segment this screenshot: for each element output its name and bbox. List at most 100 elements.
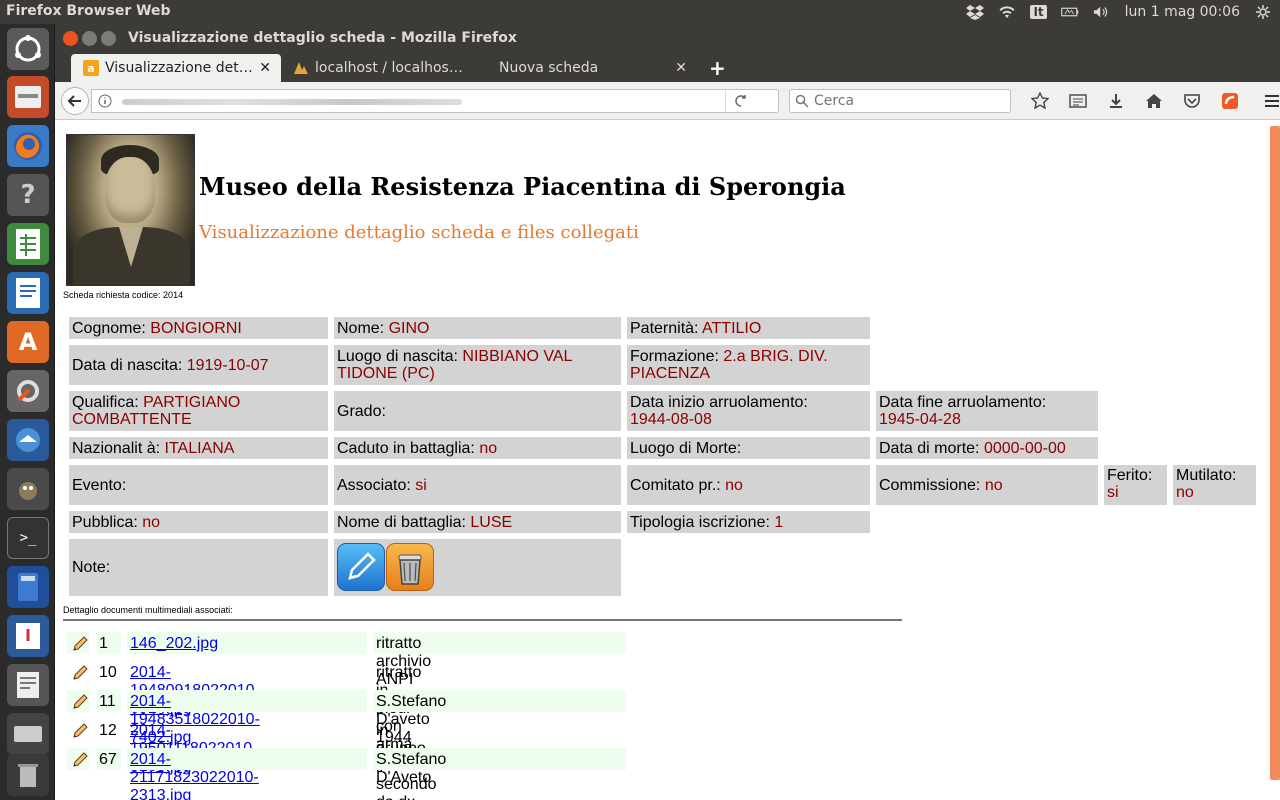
bookmark-star-icon[interactable] <box>1021 91 1059 111</box>
field-data-fine-arruolamento: Data fine arruolamento: 1945-04-28 <box>876 391 1098 431</box>
record-code-note: Scheda richiesta codice: 2014 <box>63 290 184 300</box>
field-mutilato: Mutilato: no <box>1173 465 1256 505</box>
document-description: S.Stefano D'Aveto <box>376 751 447 786</box>
document-number: 11 <box>99 693 116 710</box>
tab-phpmyadmin[interactable]: localhost / localhos… <box>281 54 481 82</box>
edit-pencil-icon[interactable] <box>71 664 89 682</box>
field-cognome: Cognome: BONGIORNI <box>69 317 328 339</box>
edit-record-button[interactable] <box>337 543 385 591</box>
battery-icon[interactable] <box>1060 3 1079 21</box>
portrait-photo <box>66 134 195 286</box>
writer-icon[interactable] <box>7 272 49 314</box>
window-maximize-button[interactable] <box>101 31 116 46</box>
tab-label: localhost / localhos… <box>315 60 463 76</box>
window-title: Visualizzazione dettaglio scheda - Mozil… <box>128 30 517 46</box>
tab-close-icon[interactable]: ✕ <box>259 60 271 76</box>
volume-icon[interactable] <box>1093 3 1111 21</box>
settings-gear-icon[interactable] <box>1254 3 1272 21</box>
phpmyadmin-favicon-icon <box>293 60 309 76</box>
window-titlebar: Visualizzazione dettaglio scheda - Mozil… <box>55 24 1280 54</box>
field-commissione: Commissione: no <box>876 465 1098 505</box>
thunderbird-icon[interactable] <box>7 419 49 461</box>
document-number: 12 <box>99 722 117 739</box>
downloads-icon[interactable] <box>1097 91 1135 111</box>
field-paternita: Paternità: ATTILIO <box>627 317 870 339</box>
url-bar[interactable] <box>91 89 779 113</box>
wifi-icon[interactable] <box>998 3 1016 21</box>
calculator-icon[interactable] <box>7 566 49 608</box>
home-icon[interactable] <box>1135 91 1173 111</box>
field-note: Note: <box>69 539 328 596</box>
field-caduto-battaglia: Caduto in battaglia: no <box>334 437 621 459</box>
field-grado: Grado: <box>334 391 621 431</box>
search-icon <box>795 94 809 108</box>
pocket-icon[interactable] <box>1173 91 1211 111</box>
reading-list-icon[interactable] <box>1059 91 1097 111</box>
text-editor-icon[interactable] <box>7 664 49 706</box>
field-nazionalita: Nazionalit à: ITALIANA <box>69 437 328 459</box>
reload-icon <box>735 95 746 107</box>
files-icon[interactable] <box>7 76 49 118</box>
search-bar[interactable] <box>789 89 1011 113</box>
trash-bin-icon <box>398 554 422 585</box>
tab-visualizzazione[interactable]: a Visualizzazione det… ✕ <box>71 54 281 82</box>
tab-close-icon[interactable]: ✕ <box>675 60 687 76</box>
tab-bar: a Visualizzazione det… ✕ localhost / loc… <box>55 54 1280 82</box>
field-associato: Associato: si <box>334 465 621 505</box>
system-settings-icon[interactable] <box>7 370 49 412</box>
firefox-icon[interactable] <box>7 125 49 167</box>
field-formazione: Formazione: 2.a BRIG. DIV. PIACENZA <box>627 345 870 385</box>
documents-section-label: Dettaglio documenti multimediali associa… <box>63 605 233 615</box>
unity-launcher: ? A >_ <box>0 24 55 800</box>
keyboard-app-icon[interactable] <box>7 713 49 755</box>
document-file-link[interactable]: 2014-21171823022010-2313.jpg <box>130 751 259 800</box>
field-data-inizio-arruolamento: Data inizio arruolamento: 1944-08-08 <box>627 391 870 431</box>
clock[interactable]: lun 1 mag 00:06 <box>1125 4 1240 20</box>
page-subtitle: Visualizzazione dettaglio scheda e files… <box>199 222 639 243</box>
pencil-edit-icon <box>348 552 376 580</box>
edit-pencil-icon[interactable] <box>71 751 89 769</box>
back-arrow-icon <box>67 95 81 107</box>
field-qualifica: Qualifica: PARTIGIANO COMBATTENTE <box>69 391 328 431</box>
site-favicon-icon: a <box>83 60 99 76</box>
extension-icon[interactable] <box>1211 91 1249 111</box>
field-luogo-nascita: Luogo di nascita: NIBBIANO VAL TIDONE (P… <box>334 345 621 385</box>
document-number: 1 <box>99 635 108 652</box>
document-number: 67 <box>99 751 117 768</box>
impress-icon[interactable] <box>7 615 49 657</box>
menu-hamburger-icon[interactable] <box>1253 91 1280 111</box>
trash-icon[interactable] <box>7 754 49 796</box>
search-input[interactable] <box>814 91 1004 111</box>
window-close-button[interactable] <box>63 31 78 46</box>
dropbox-icon[interactable] <box>966 3 985 21</box>
edit-pencil-icon[interactable] <box>71 722 89 740</box>
tab-nuova-scheda[interactable]: Nuova scheda ✕ <box>487 54 697 82</box>
field-nome: Nome: GINO <box>334 317 621 339</box>
keyboard-layout-indicator[interactable]: It <box>1030 5 1047 19</box>
navigation-toolbar <box>55 82 1280 120</box>
new-tab-plus-icon[interactable]: + <box>709 56 726 80</box>
spreadsheet-icon[interactable] <box>7 223 49 265</box>
page-scrollbar[interactable] <box>1270 126 1280 780</box>
document-file-link[interactable]: 146_202.jpg <box>130 635 218 653</box>
page-title: Museo della Resistenza Piacentina di Spe… <box>199 172 846 201</box>
tab-label: Visualizzazione det… <box>105 60 253 76</box>
section-divider <box>63 619 902 621</box>
delete-record-button[interactable] <box>386 543 434 591</box>
help-icon[interactable]: ? <box>7 174 49 216</box>
terminal-icon[interactable]: >_ <box>7 517 49 559</box>
field-luogo-morte: Luogo di Morte: <box>627 437 870 459</box>
field-pubblica: Pubblica: no <box>69 511 328 533</box>
software-center-icon[interactable]: A <box>7 321 49 363</box>
ubuntu-dash-icon[interactable] <box>7 28 49 70</box>
field-nome-battaglia: Nome di battaglia: LUSE <box>334 511 621 533</box>
window-minimize-button[interactable] <box>82 31 97 46</box>
gimp-icon[interactable] <box>7 468 49 510</box>
field-tipologia-iscrizione: Tipologia iscrizione: 1 <box>627 511 870 533</box>
edit-pencil-icon[interactable] <box>71 635 89 653</box>
back-button[interactable] <box>61 87 89 115</box>
document-number: 10 <box>99 664 117 681</box>
field-data-morte: Data di morte: 0000-00-00 <box>876 437 1098 459</box>
edit-pencil-icon[interactable] <box>71 693 89 711</box>
firefox-window: Visualizzazione dettaglio scheda - Mozil… <box>55 24 1280 800</box>
